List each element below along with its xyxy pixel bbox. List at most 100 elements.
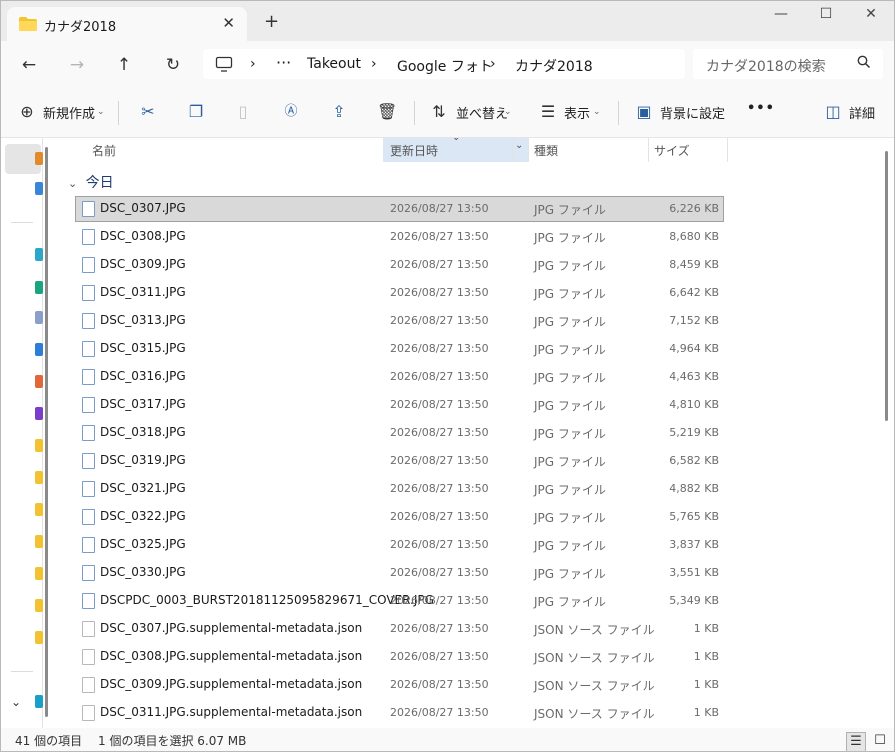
pictures-icon[interactable] <box>35 343 43 356</box>
this-pc-icon[interactable] <box>35 695 43 708</box>
more-options-button[interactable]: ••• <box>747 101 775 116</box>
file-name: DSCPDC_0003_BURST20181125095829671_COVER… <box>100 593 434 607</box>
table-row[interactable]: DSC_0316.JPG 2026/08/27 13:50 JPG ファイル 4,46… <box>76 365 723 389</box>
documents-icon[interactable] <box>35 311 43 324</box>
refresh-button[interactable]: ↻ <box>161 53 185 77</box>
home-icon[interactable] <box>35 152 43 165</box>
downloads-icon[interactable] <box>35 281 43 294</box>
folder-icon[interactable] <box>35 599 43 612</box>
large-icons-view-icon[interactable]: ☐ <box>871 732 889 750</box>
cut-icon[interactable]: ✂ <box>138 102 158 122</box>
table-row[interactable]: DSC_0319.JPG 2026/08/27 13:50 JPG ファイル 6,58… <box>76 449 723 473</box>
breadcrumb-more-button[interactable]: ··· <box>276 53 291 72</box>
column-divider[interactable] <box>727 138 728 162</box>
paste-icon[interactable]: ▯ <box>233 102 253 122</box>
rename-icon[interactable]: Ⓐ <box>281 102 301 122</box>
view-button[interactable]: 表示 <box>564 103 590 122</box>
folder-icon[interactable] <box>35 567 43 580</box>
table-row[interactable]: DSC_0307.JPG.supplemental-metadata.json 2… <box>76 617 723 641</box>
forward-button[interactable]: → <box>65 53 89 77</box>
table-row[interactable]: DSC_0309.JPG 2026/08/27 13:50 JPG ファイル 8,45… <box>76 253 723 277</box>
table-row[interactable]: DSC_0317.JPG 2026/08/27 13:50 JPG ファイル 4,81… <box>76 393 723 417</box>
table-row[interactable]: DSCPDC_0003_BURST20181125095829671_COVER… <box>76 589 723 613</box>
navigation-bar: ← → ↑ ↻ › ··· Takeout › Google フォト › カナダ… <box>1 41 894 89</box>
folder-icon[interactable] <box>35 631 43 644</box>
maximize-button[interactable]: ☐ <box>803 6 849 28</box>
group-header-today[interactable]: ⌄ 今日 <box>68 172 114 192</box>
file-type: JPG ファイル <box>534 595 606 609</box>
new-button[interactable]: 新規作成 <box>43 103 95 122</box>
folder-icon[interactable] <box>35 503 43 516</box>
delete-icon[interactable]: 🗑 <box>377 102 397 122</box>
column-divider[interactable] <box>528 138 529 162</box>
breadcrumb-item-takeout[interactable]: Takeout <box>307 56 361 72</box>
breadcrumb-item-canada2018[interactable]: カナダ2018 <box>515 56 593 76</box>
file-name: DSC_0308.JPG.supplemental-metadata.json <box>100 649 363 663</box>
set-background-button[interactable]: 背景に設定 <box>660 103 725 122</box>
file-list: 名前 更新日時 ⌄ ⌄ 種類 サイズ ⌄ 今日 DSC_0307.JPG 2026… <box>58 138 878 728</box>
file-name: DSC_0309.JPG.supplemental-metadata.json <box>100 677 363 691</box>
back-button[interactable]: ← <box>17 53 41 77</box>
column-header-type[interactable]: 種類 <box>534 142 558 159</box>
address-bar[interactable]: › ··· Takeout › Google フォト › カナダ2018 <box>203 49 685 79</box>
table-row[interactable]: DSC_0321.JPG 2026/08/27 13:50 JPG ファイル 4,88… <box>76 477 723 501</box>
copy-icon[interactable]: ❐ <box>186 102 206 122</box>
share-icon[interactable]: ⇪ <box>329 102 349 122</box>
column-divider[interactable] <box>512 138 513 162</box>
videos-icon[interactable] <box>35 407 43 420</box>
file-type: JPG ファイル <box>534 399 606 413</box>
image-file-icon <box>82 537 95 553</box>
column-header-row: 名前 更新日時 ⌄ ⌄ 種類 サイズ <box>58 138 728 162</box>
table-row[interactable]: DSC_0315.JPG 2026/08/27 13:50 JPG ファイル 4,96… <box>76 337 723 361</box>
folder-icon[interactable] <box>35 471 43 484</box>
navigation-pane-scrollbar[interactable] <box>45 147 48 717</box>
breadcrumb-item-google-photos[interactable]: Google フォト <box>397 56 493 76</box>
tab-close-icon[interactable]: ✕ <box>222 14 235 32</box>
table-row[interactable]: DSC_0311.JPG 2026/08/27 13:50 JPG ファイル 6,64… <box>76 281 723 305</box>
folder-icon[interactable] <box>35 535 43 548</box>
details-button[interactable]: 詳細 <box>849 103 875 122</box>
new-tab-button[interactable]: + <box>264 13 279 31</box>
search-box[interactable]: カナダ2018の検索 <box>693 49 883 79</box>
table-row[interactable]: DSC_0313.JPG 2026/08/27 13:50 JPG ファイル 7,15… <box>76 309 723 333</box>
up-button[interactable]: ↑ <box>112 53 136 77</box>
column-divider[interactable] <box>648 138 649 162</box>
music-icon[interactable] <box>35 375 43 388</box>
column-header-size[interactable]: サイズ <box>654 142 690 159</box>
image-file-icon <box>82 481 95 497</box>
table-row[interactable]: DSC_0325.JPG 2026/08/27 13:50 JPG ファイル 3,83… <box>76 533 723 557</box>
table-row[interactable]: DSC_0307.JPG 2026/08/27 13:50 JPG ファイル 6,22… <box>75 196 724 222</box>
table-row[interactable]: DSC_0308.JPG.supplemental-metadata.json 2… <box>76 645 723 669</box>
table-row[interactable]: DSC_0322.JPG 2026/08/27 13:50 JPG ファイル 5,76… <box>76 505 723 529</box>
chevron-down-icon[interactable]: ⌄ <box>11 695 21 709</box>
tab-title: カナダ2018 <box>44 20 117 35</box>
table-row[interactable]: DSC_0309.JPG.supplemental-metadata.json 2… <box>76 673 723 697</box>
column-header-name[interactable]: 名前 <box>92 142 116 159</box>
file-name: DSC_0330.JPG <box>100 565 186 579</box>
table-row[interactable]: DSC_0308.JPG 2026/08/27 13:50 JPG ファイル 8,68… <box>76 225 723 249</box>
table-row[interactable]: DSC_0311.JPG.supplemental-metadata.json 2… <box>76 701 723 725</box>
close-window-button[interactable]: ✕ <box>848 6 894 28</box>
file-size: 4,882 KB <box>669 482 719 495</box>
folder-icon[interactable] <box>35 439 43 452</box>
desktop-icon[interactable] <box>35 248 43 261</box>
tab-current[interactable]: カナダ2018 ✕ <box>7 7 247 41</box>
table-row[interactable]: DSC_0318.JPG 2026/08/27 13:50 JPG ファイル 5,21… <box>76 421 723 445</box>
toolbar-divider <box>414 101 415 125</box>
minimize-button[interactable]: — <box>758 6 804 28</box>
table-row[interactable]: DSC_0330.JPG 2026/08/27 13:50 JPG ファイル 3,55… <box>76 561 723 585</box>
search-input[interactable]: カナダ2018の検索 <box>706 56 826 76</box>
chevron-down-icon[interactable]: ⌄ <box>515 140 523 151</box>
navigation-pane: ⌄ <box>1 138 43 728</box>
column-header-modified[interactable]: 更新日時 <box>390 142 438 159</box>
image-file-icon <box>82 341 95 357</box>
sort-button[interactable]: 並べ替え <box>456 103 508 122</box>
json-file-icon <box>82 705 95 721</box>
details-view-icon[interactable]: ☰ <box>846 732 866 751</box>
file-type: JPG ファイル <box>534 371 606 385</box>
file-list-scrollbar[interactable] <box>885 151 888 421</box>
file-date: 2026/08/27 13:50 <box>390 650 489 663</box>
gallery-icon[interactable] <box>35 182 43 195</box>
file-date: 2026/08/27 13:50 <box>390 706 489 719</box>
new-icon: ⊕ <box>20 102 34 121</box>
